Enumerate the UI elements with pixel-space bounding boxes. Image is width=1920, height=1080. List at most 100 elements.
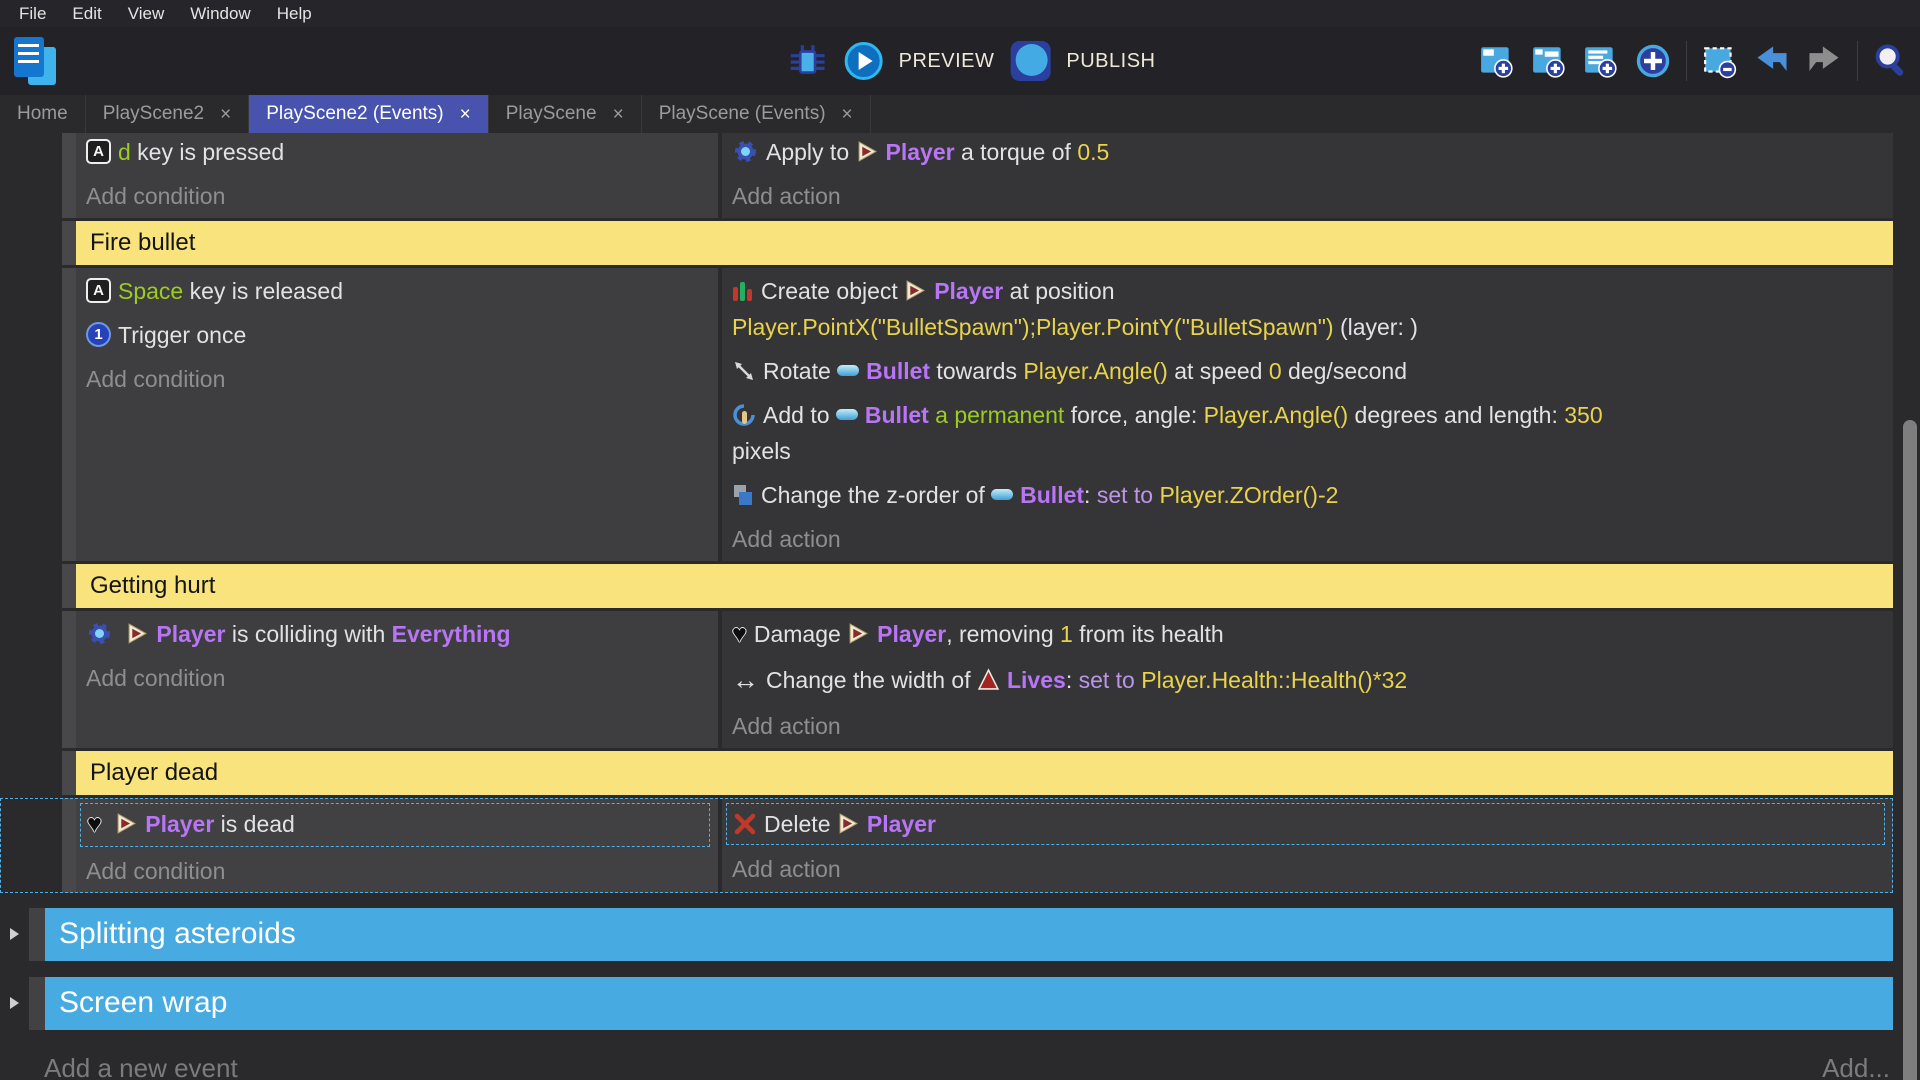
redo-icon[interactable] [1803,38,1845,84]
statement-text: : [1066,667,1079,693]
statement-text: set to [1079,667,1135,693]
actions-cell[interactable]: Delete Player Add action [722,798,1893,893]
add-condition-button[interactable]: Add condition [86,361,710,397]
condition-item[interactable]: Player is colliding with Everything [86,616,710,652]
tab-close-icon[interactable]: × [842,105,853,124]
menu-item-view[interactable]: View [115,0,178,27]
conditions-cell[interactable]: Player is colliding with Everything Add c… [76,611,718,748]
statement-text: deg/second [1282,358,1407,384]
lives-icon [977,667,1007,693]
zorder-icon [732,482,761,508]
group-handle[interactable] [29,977,45,1030]
publish-globe-icon[interactable] [1010,41,1050,81]
actions-cell[interactable]: Create object Player at positionPlayer.P… [722,268,1893,561]
action-item[interactable]: ♥Damage Player, removing 1 from its heal… [732,616,1885,654]
undo-icon[interactable] [1751,38,1793,84]
action-item[interactable]: Change the z-order of Bullet: set to Pla… [732,477,1885,513]
tab-label: PlayScene2 (Events) [266,103,443,125]
add-condition-button[interactable]: Add condition [86,853,710,889]
selected-condition-box[interactable]: ♥ Player is dead [80,803,710,847]
action-item[interactable]: Add to Bullet a permanent force, angle: … [732,397,1885,469]
tab-home[interactable]: Home [0,95,86,133]
statement-text: from its health [1073,621,1224,647]
group-header[interactable]: Player dead [76,751,1893,795]
conditions-cell[interactable]: Ad key is pressed Add condition [76,133,718,218]
delete-selection-icon[interactable] [1699,38,1741,84]
add-event-icon[interactable] [1476,38,1518,84]
menu-item-window[interactable]: Window [177,0,263,27]
debugger-icon[interactable] [787,38,829,84]
selected-action-box[interactable]: Delete Player [726,803,1885,845]
event-gutter [0,221,62,265]
condition-item[interactable]: Ad key is pressed [86,134,710,170]
add-new-event-button[interactable]: Add a new event [44,1053,238,1080]
event-handle[interactable] [62,268,76,561]
tab-close-icon[interactable]: × [460,105,471,124]
search-icon[interactable] [1870,38,1912,84]
add-condition-button[interactable]: Add condition [86,178,710,214]
event-handle[interactable] [62,611,76,748]
statement-text: Lives [1007,667,1066,693]
conditions-cell[interactable]: ASpace key is released 1Trigger once Add c… [76,268,718,561]
tab-playscene[interactable]: PlayScene× [489,95,642,133]
group-header[interactable]: Splitting asteroids [45,908,1893,961]
add-action-button[interactable]: Add action [732,708,1885,744]
add-circle-icon[interactable] [1632,38,1674,84]
group-row: Fire bullet [0,221,1893,265]
statement-text: Player [145,811,214,837]
collapse-arrow-icon[interactable] [10,928,19,940]
menu-item-help[interactable]: Help [264,0,325,27]
condition-item[interactable]: 1Trigger once [86,317,710,353]
event-handle[interactable] [62,133,76,218]
group-header[interactable]: Fire bullet [76,221,1893,265]
tab-playscene-events-[interactable]: PlayScene (Events)× [642,95,871,133]
add-condition-button[interactable]: Add condition [86,660,710,696]
preview-play-icon[interactable] [845,42,883,80]
group-handle[interactable] [62,751,76,795]
add-action-button[interactable]: Add action [732,851,1885,887]
action-item[interactable]: Apply to Player a torque of 0.5 [732,134,1885,170]
condition-item[interactable]: ♥ Player is dead [87,806,703,844]
add-comment-icon[interactable] [1580,38,1622,84]
action-item[interactable]: Create object Player at positionPlayer.P… [732,273,1885,345]
publish-button[interactable]: PUBLISH [1066,50,1155,73]
project-manager-icon[interactable] [14,37,56,85]
event-row: Ad key is pressed Add condition Apply to P… [0,133,1893,218]
statement-text: Space [118,278,183,304]
group-header[interactable]: Screen wrap [45,977,1893,1030]
actions-cell[interactable]: Apply to Player a torque of 0.5 Add actio… [722,133,1893,218]
action-item[interactable]: Rotate Bullet towards Player.Angle() at … [732,353,1885,389]
group-handle[interactable] [62,564,76,608]
action-item[interactable]: Delete Player [733,806,1878,842]
player-ship-icon [837,811,867,837]
action-item[interactable]: ↔Change the width of Lives: set to Playe… [732,662,1885,700]
tab-close-icon[interactable]: × [220,105,231,124]
event-handle[interactable] [62,798,76,893]
add-action-button[interactable]: Add action [732,521,1885,557]
statement-text: force, angle: [1064,402,1203,428]
menu-item-file[interactable]: File [6,0,59,27]
condition-item[interactable]: ASpace key is released [86,273,710,309]
add-subevent-icon[interactable] [1528,38,1570,84]
group-handle[interactable] [62,221,76,265]
tab-close-icon[interactable]: × [613,105,624,124]
tab-playscene2[interactable]: PlayScene2× [86,95,250,133]
collapse-arrow-icon[interactable] [10,997,19,1009]
statement-text: Bullet [866,358,930,384]
menu-item-edit[interactable]: Edit [59,0,114,27]
events-sheet: Ad key is pressed Add condition Apply to P… [0,133,1920,1080]
group-handle[interactable] [29,908,45,961]
preview-button[interactable]: PREVIEW [899,50,995,73]
group-header[interactable]: Getting hurt [76,564,1893,608]
toolbar-separator [1686,41,1687,81]
event-gutter [0,751,62,795]
conditions-cell[interactable]: ♥ Player is dead Add condition [76,798,718,893]
add-more-button[interactable]: Add... [1822,1053,1890,1080]
tab-playscene2-events-[interactable]: PlayScene2 (Events) × [249,95,489,133]
statement-text: Add to [763,402,836,428]
actions-cell[interactable]: ♥Damage Player, removing 1 from its heal… [722,611,1893,748]
statement-text: Trigger once [118,322,246,348]
statement-text: d [118,139,131,165]
add-action-button[interactable]: Add action [732,178,1885,214]
vertical-scrollbar[interactable] [1903,420,1917,1080]
